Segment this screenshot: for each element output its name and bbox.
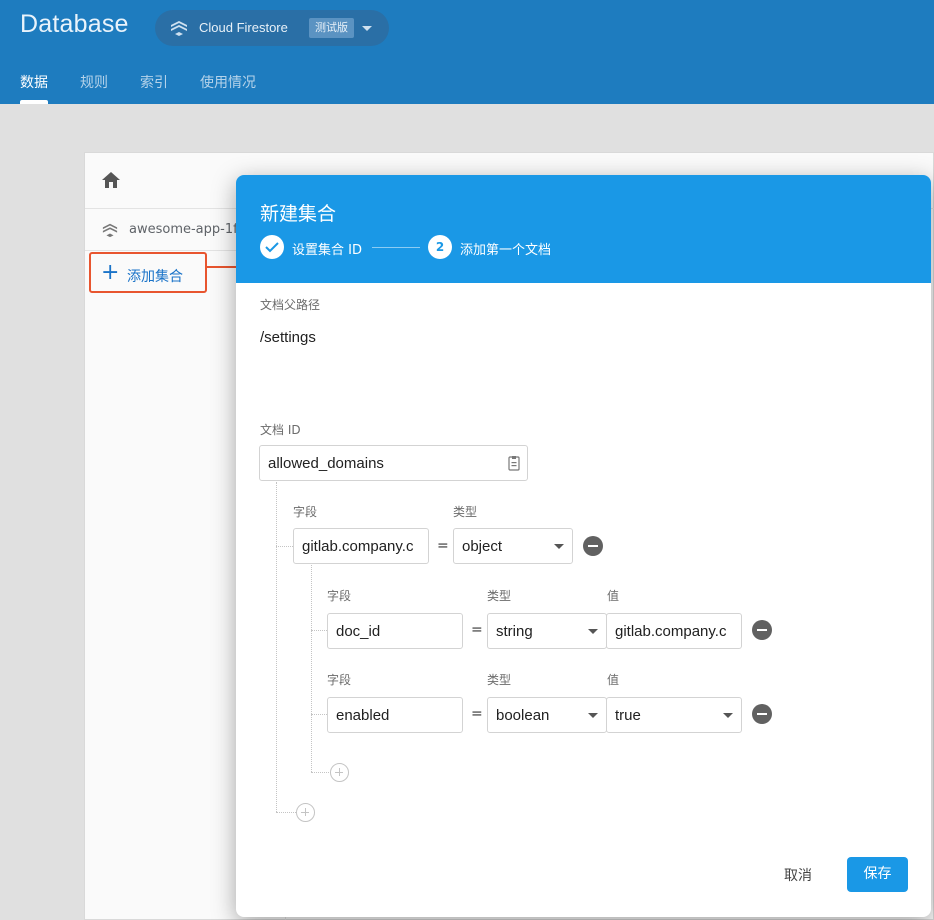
sub-field-name: enabled — [336, 707, 390, 724]
root-field-type-select[interactable]: object — [453, 528, 573, 564]
cancel-button[interactable]: 取消 — [784, 865, 812, 885]
parent-path-value: /settings — [260, 329, 316, 346]
chevron-down-icon — [588, 629, 598, 634]
top-bar: Database Cloud Firestore 测试版 数据 规则 索引 使用… — [0, 0, 934, 104]
add-subfield-icon[interactable] — [330, 763, 349, 782]
home-icon[interactable] — [101, 171, 121, 189]
sub-field-name-input[interactable]: enabled — [327, 697, 463, 733]
stepper-connector — [372, 247, 420, 248]
tree-connector — [276, 812, 296, 813]
sub-field-name: doc_id — [336, 623, 381, 640]
step-complete-icon — [260, 235, 284, 259]
dialog-header: 新建集合 设置集合 ID 2 添加第一个文档 — [236, 175, 931, 283]
tab-usage[interactable]: 使用情况 — [200, 72, 256, 104]
remove-field-icon[interactable] — [583, 536, 603, 556]
doc-id-input[interactable]: allowed_domains — [259, 445, 528, 481]
save-button[interactable]: 保存 — [847, 857, 908, 892]
new-collection-dialog: 新建集合 设置集合 ID 2 添加第一个文档 文档父路径 /settings 文… — [236, 175, 931, 917]
step2-number: 2 — [428, 235, 452, 259]
sub-field-type: string — [496, 623, 533, 640]
chevron-down-icon — [588, 713, 598, 718]
sub-field-type: boolean — [496, 707, 550, 724]
chevron-down-icon — [362, 26, 372, 31]
tab-rules[interactable]: 规则 — [80, 72, 108, 104]
tree-connector — [311, 630, 327, 631]
sub-field-value-select[interactable]: true — [606, 697, 742, 733]
root-field-type: object — [462, 538, 503, 555]
check-icon — [265, 242, 279, 253]
equals-sign: = — [437, 538, 449, 554]
auto-id-icon[interactable] — [508, 456, 520, 471]
sub-field-type-select[interactable]: string — [487, 613, 607, 649]
type-label: 类型 — [453, 505, 478, 519]
firestore-icon — [102, 223, 118, 238]
firestore-icon — [171, 21, 187, 36]
tree-connector — [311, 714, 327, 715]
tree-connector — [311, 772, 331, 773]
remove-field-icon[interactable] — [752, 620, 772, 640]
sub-field-value: gitlab.company.c — [615, 623, 727, 640]
dialog-title: 新建集合 — [260, 203, 337, 225]
type-label: 类型 — [487, 673, 512, 687]
database-selector[interactable]: Cloud Firestore 测试版 — [155, 10, 389, 46]
sub-field-value: true — [615, 707, 641, 724]
chevron-down-icon — [554, 544, 564, 549]
value-label: 值 — [607, 589, 620, 603]
add-collection-button[interactable]: + 添加集合 — [89, 252, 207, 293]
chevron-down-icon — [723, 713, 733, 718]
remove-field-icon[interactable] — [752, 704, 772, 724]
type-label: 类型 — [487, 589, 512, 603]
tree-connector — [276, 546, 293, 547]
plus-icon: + — [101, 260, 120, 285]
step2-label: 添加第一个文档 — [460, 243, 552, 258]
database-name: Cloud Firestore — [199, 20, 288, 35]
equals-sign: = — [471, 622, 483, 638]
tree-connector — [276, 482, 277, 812]
equals-sign: = — [471, 706, 483, 722]
add-collection-label: 添加集合 — [127, 269, 183, 285]
tab-data[interactable]: 数据 — [20, 72, 48, 104]
field-label: 字段 — [293, 505, 318, 519]
field-label: 字段 — [327, 589, 352, 603]
root-field-name: gitlab.company.c — [302, 538, 414, 555]
nav-tabs: 数据 规则 索引 使用情况 — [20, 72, 288, 104]
annotation-arrow — [207, 266, 239, 268]
beta-badge: 测试版 — [309, 18, 354, 38]
sub-field-type-select[interactable]: boolean — [487, 697, 607, 733]
add-field-icon[interactable] — [296, 803, 315, 822]
parent-path-label: 文档父路径 — [260, 298, 321, 312]
field-label: 字段 — [327, 673, 352, 687]
value-label: 值 — [607, 673, 620, 687]
sub-field-name-input[interactable]: doc_id — [327, 613, 463, 649]
tab-indexes[interactable]: 索引 — [140, 72, 168, 104]
sub-field-value-input[interactable]: gitlab.company.c — [606, 613, 742, 649]
tree-connector — [311, 565, 312, 772]
root-field-name-input[interactable]: gitlab.company.c — [293, 528, 429, 564]
doc-id-label: 文档 ID — [260, 423, 301, 437]
doc-id-value: allowed_domains — [268, 455, 384, 472]
app-title: Database — [20, 10, 129, 38]
step1-label: 设置集合 ID — [292, 243, 362, 258]
